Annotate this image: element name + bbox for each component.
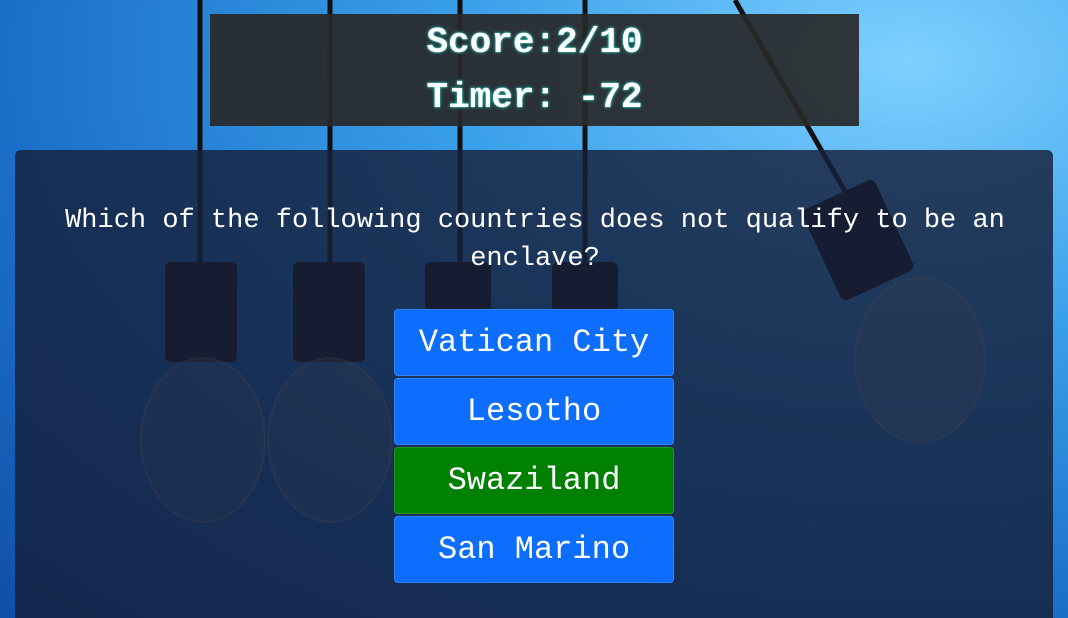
answer-button-san-marino[interactable]: San Marino [394, 516, 674, 583]
answer-list: Vatican City Lesotho Swaziland San Marin… [394, 309, 674, 583]
timer-label: Timer: -72 [426, 77, 643, 118]
score-label: Score:2/10 [426, 22, 643, 63]
answer-button-lesotho[interactable]: Lesotho [394, 378, 674, 445]
quiz-panel: Which of the following countries does no… [15, 150, 1053, 618]
answer-button-vatican-city[interactable]: Vatican City [394, 309, 674, 376]
score-timer-header: Score:2/10 Timer: -72 [210, 14, 859, 126]
question-text: Which of the following countries does no… [65, 206, 1005, 274]
answer-button-swaziland[interactable]: Swaziland [394, 447, 674, 514]
